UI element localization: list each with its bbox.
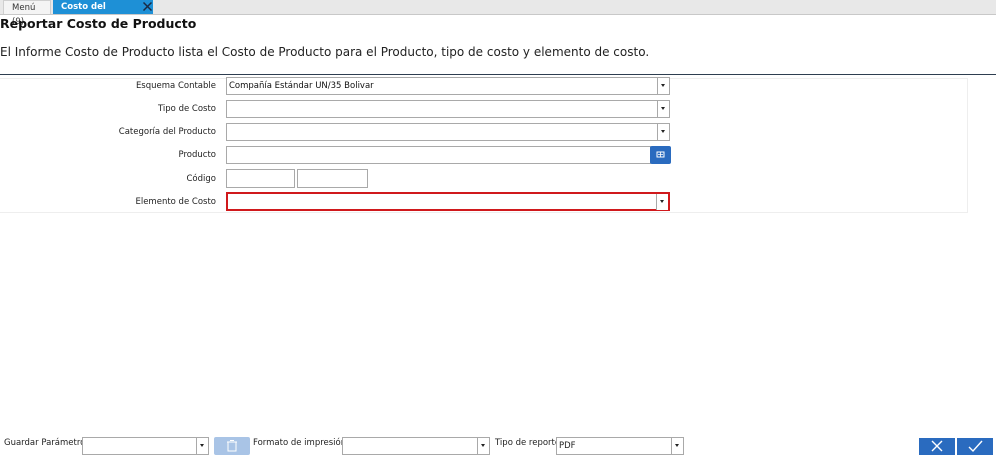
producto-input[interactable] — [226, 146, 651, 164]
page-description: El Informe Costo de Producto lista el Co… — [0, 45, 650, 59]
elemento-select[interactable] — [226, 192, 670, 211]
tab-menu[interactable]: Menú (9) — [3, 0, 51, 27]
tab-costo-producto[interactable]: Costo del Producto — [53, 0, 153, 26]
chevron-down-icon[interactable] — [657, 124, 669, 140]
esquema-select[interactable]: Compañía Estándar UN/35 Bolivar — [226, 77, 670, 95]
producto-search-button[interactable] — [650, 146, 671, 164]
chevron-down-icon[interactable] — [657, 78, 669, 94]
header-divider — [0, 74, 996, 75]
tipo-costo-label: Tipo de Costo — [157, 104, 216, 114]
close-icon[interactable] — [142, 1, 153, 12]
guardar-parametro-label: Guardar Parámetro — [4, 438, 86, 448]
chevron-down-icon[interactable] — [657, 101, 669, 117]
esquema-value: Compañía Estándar UN/35 Bolivar — [229, 81, 374, 91]
delete-parameter-button[interactable] — [214, 437, 250, 455]
codigo-label: Código — [186, 174, 217, 184]
cancel-button[interactable] — [919, 438, 955, 455]
producto-label: Producto — [178, 150, 216, 160]
tipo-reporte-select[interactable]: PDF — [556, 437, 684, 455]
search-icon — [656, 151, 665, 158]
page-title: Reportar Costo de Producto — [0, 16, 197, 31]
close-icon — [931, 440, 943, 452]
guardar-parametro-select[interactable] — [82, 437, 209, 455]
check-icon — [968, 440, 983, 453]
formato-impresion-select[interactable] — [342, 437, 490, 455]
chevron-down-icon[interactable] — [671, 438, 683, 454]
elemento-label: Elemento de Costo — [135, 197, 216, 207]
codigo-from-input[interactable] — [226, 169, 295, 188]
codigo-to-input[interactable] — [297, 169, 368, 188]
tab-bar: Menú (9) Costo del Producto — [0, 0, 996, 27]
tipo-reporte-label: Tipo de reporte — [495, 438, 561, 448]
categoria-label: Categoría del Producto — [118, 127, 216, 137]
trash-icon — [227, 440, 237, 452]
chevron-down-icon[interactable] — [196, 438, 208, 454]
formato-impresion-label: Formato de impresión — [253, 438, 347, 448]
ok-button[interactable] — [957, 438, 993, 455]
chevron-down-icon[interactable] — [477, 438, 489, 454]
esquema-label: Esquema Contable — [135, 81, 216, 91]
categoria-select[interactable] — [226, 123, 670, 141]
tipo-costo-select[interactable] — [226, 100, 670, 118]
chevron-down-icon[interactable] — [656, 194, 668, 210]
tipo-reporte-value: PDF — [559, 441, 576, 451]
